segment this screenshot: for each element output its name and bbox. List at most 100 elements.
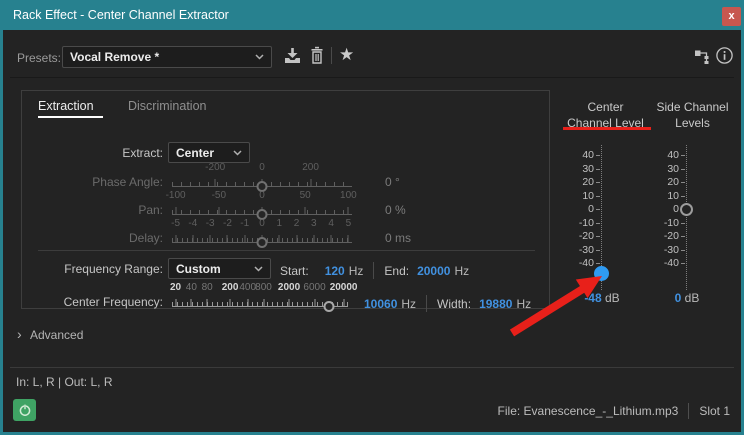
- phase-angle-slider[interactable]: -2000200: [172, 162, 352, 193]
- frequency-range-dropdown[interactable]: Custom: [168, 258, 271, 279]
- save-preset-icon[interactable]: [283, 46, 302, 65]
- meter-scale-tick: [596, 263, 600, 264]
- meter-scale-tick: [681, 263, 685, 264]
- slider-major-tick: [175, 207, 176, 214]
- slider-tick-label: 5: [346, 218, 352, 229]
- routing-icon[interactable]: [694, 48, 711, 65]
- meter-knob[interactable]: [594, 266, 609, 281]
- meter-scale-label: 40: [651, 149, 679, 161]
- width-value[interactable]: 19880: [479, 297, 512, 311]
- slider-tick-label: 3: [311, 218, 317, 229]
- meter-scale-tick: [596, 169, 600, 170]
- file-name-text: File: Evanescence_-_Lithium.mp3: [498, 404, 679, 418]
- extract-dropdown-value: Center: [176, 146, 214, 160]
- frequency-range-label: Frequency Range:: [43, 262, 163, 276]
- tab-discrimination[interactable]: Discrimination: [128, 99, 207, 113]
- slider-tick-label: 20: [170, 282, 181, 293]
- phase-angle-value: 0 °: [385, 175, 400, 189]
- slider-major-tick: [348, 207, 349, 214]
- meter-knob[interactable]: [680, 203, 693, 216]
- advanced-expander-label[interactable]: Advanced: [30, 328, 83, 342]
- slider-tick-label: 200: [302, 162, 319, 173]
- slider-major-tick: [279, 235, 280, 242]
- meter-scale-label: 0: [651, 203, 679, 215]
- advanced-expander-chevron-icon[interactable]: ›: [17, 326, 22, 342]
- info-icon[interactable]: [715, 46, 734, 65]
- meter-scale-label: -10: [651, 217, 679, 229]
- preset-dropdown[interactable]: Vocal Remove *: [62, 46, 272, 68]
- window-title: Rack Effect - Center Channel Extractor: [13, 0, 229, 30]
- toolbar-separator: [331, 47, 332, 64]
- pan-label: Pan:: [43, 203, 163, 217]
- meter-scale-tick: [596, 182, 600, 183]
- meter-scale-tick: [596, 155, 600, 156]
- slider-major-tick: [296, 235, 297, 242]
- meter-scale-tick: [681, 236, 685, 237]
- slider-tick-label: -2: [223, 218, 232, 229]
- meter-scale-tick: [681, 223, 685, 224]
- center-frequency-label: Center Frequency:: [43, 295, 163, 309]
- slider-tick-label: -1: [240, 218, 249, 229]
- frequency-range-dropdown-value: Custom: [176, 262, 221, 276]
- tab-extraction-underline: [38, 116, 103, 118]
- effect-power-toggle[interactable]: [13, 399, 36, 421]
- slider-tick-label: -50: [212, 190, 226, 201]
- meter-scale-label: -40: [566, 257, 594, 269]
- end-value[interactable]: 20000: [417, 264, 450, 278]
- slider-major-tick: [218, 207, 219, 214]
- slider-major-tick: [230, 299, 231, 306]
- close-button[interactable]: x: [722, 7, 741, 26]
- slider-major-tick: [310, 179, 311, 186]
- center-frequency-value[interactable]: 10060: [364, 297, 397, 311]
- center-channel-level-slider[interactable]: 403020100-10-20-30-40: [566, 145, 618, 295]
- meter-track[interactable]: [686, 145, 687, 290]
- meter-scale-label: -10: [566, 217, 594, 229]
- meter-scale-tick: [596, 250, 600, 251]
- meter-scale-label: 30: [566, 163, 594, 175]
- slider-tick-label: 200: [222, 282, 239, 293]
- favorite-star-icon[interactable]: ★: [339, 45, 354, 64]
- meter-scale-label: 30: [651, 163, 679, 175]
- meter-scale-label: 20: [651, 176, 679, 188]
- slider-major-tick: [348, 235, 349, 242]
- slider-tick-label: -5: [171, 218, 180, 229]
- slider-track[interactable]: [172, 297, 348, 307]
- delay-slider[interactable]: -5-4-3-2-1012345: [172, 218, 352, 249]
- slider-major-tick: [192, 235, 193, 242]
- meter-scale-tick: [596, 236, 600, 237]
- slider-major-tick: [191, 299, 192, 306]
- slider-knob[interactable]: [257, 237, 268, 248]
- meter-scale-label: 0: [566, 203, 594, 215]
- slider-major-tick: [215, 179, 216, 186]
- slider-tick-label: 0: [259, 162, 265, 173]
- tab-extraction[interactable]: Extraction: [38, 99, 94, 113]
- center-frequency-slider[interactable]: 2040802004008002000600020000: [172, 282, 348, 313]
- titlebar[interactable]: Rack Effect - Center Channel Extractor x: [0, 0, 744, 30]
- status-separator: [688, 403, 689, 419]
- extract-dropdown[interactable]: Center: [168, 142, 250, 163]
- slot-text: Slot 1: [699, 404, 730, 418]
- meter-scale-label: -20: [566, 230, 594, 242]
- slider-major-tick: [175, 299, 176, 306]
- meter-scale-tick: [596, 209, 600, 210]
- slider-knob[interactable]: [323, 301, 334, 312]
- slider-major-tick: [227, 235, 228, 242]
- chevron-down-icon: [254, 266, 263, 272]
- slider-tick-label: 50: [300, 190, 311, 201]
- chevron-down-icon: [255, 54, 264, 60]
- end-label: End:: [384, 264, 409, 278]
- side-channel-levels-slider[interactable]: 403020100-10-20-30-40: [651, 145, 703, 295]
- start-value[interactable]: 120: [325, 264, 345, 278]
- power-icon: [18, 403, 32, 417]
- meter-scale-tick: [681, 155, 685, 156]
- slider-tick-label: -100: [166, 190, 186, 201]
- slider-major-tick: [247, 299, 248, 306]
- slider-tick-label: 2000: [278, 282, 300, 293]
- slider-tick-label: 0: [259, 190, 265, 201]
- meter-scale-label: 40: [566, 149, 594, 161]
- pan-slider[interactable]: -100-50050100: [172, 190, 352, 221]
- slider-major-tick: [313, 235, 314, 242]
- delete-preset-icon[interactable]: [308, 45, 326, 65]
- slider-major-tick: [175, 235, 176, 242]
- meter-scale-label: -30: [651, 244, 679, 256]
